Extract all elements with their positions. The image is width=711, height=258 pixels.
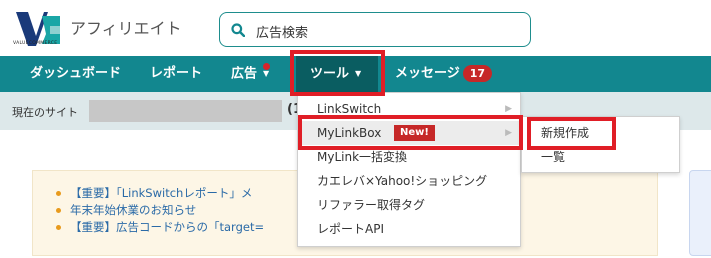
notice-link[interactable]: 年末年始休業のお知らせ xyxy=(70,203,196,217)
notice-item[interactable]: 年末年始休業のお知らせ xyxy=(56,202,264,219)
nav-item-label: レポート xyxy=(150,66,203,81)
side-panel xyxy=(689,170,711,256)
mylinkbox-submenu: 新規作成 一覧 xyxy=(521,116,680,173)
notice-item[interactable]: 【重要】「LinkSwitchレポート」メ xyxy=(56,185,264,202)
menu-item-linkswitch[interactable]: LinkSwitch ▶ xyxy=(298,97,520,121)
notice-link[interactable]: 【重要】広告コードからの「target= xyxy=(70,220,264,234)
nav-item-label: 広告 xyxy=(231,66,258,82)
chevron-down-icon: ▼ xyxy=(263,69,270,78)
chevron-right-icon: ▶ xyxy=(505,104,512,114)
page: VALUECOMMERCE アフィリエイト 広告検索 ダッシュボード レポート … xyxy=(0,0,711,258)
notice-list: 【重要】「LinkSwitchレポート」メ 年末年始休業のお知らせ 【重要】広告… xyxy=(56,185,264,236)
nav-item-dashboard[interactable]: ダッシュボード xyxy=(30,56,121,92)
menu-item-label: LinkSwitch xyxy=(317,102,382,116)
header: VALUECOMMERCE アフィリエイト 広告検索 xyxy=(0,0,711,56)
nav-item-label: ダッシュボード xyxy=(30,66,122,81)
submenu-item-list[interactable]: 一覧 xyxy=(522,145,679,169)
search-icon xyxy=(231,23,245,37)
menu-item-label: MyLink一括変換 xyxy=(317,150,408,164)
chevron-down-icon: ▼ xyxy=(355,69,362,78)
message-count-badge: 17 xyxy=(462,65,493,82)
menu-item-kaereba-yahoo[interactable]: カエレバ×Yahoo!ショッピング xyxy=(298,169,520,193)
bullet-icon xyxy=(56,191,61,196)
menu-item-label: リファラー取得タグ xyxy=(317,198,426,212)
nav-item-tools[interactable]: ツール ▼ xyxy=(296,56,378,92)
menu-item-mylinkbox[interactable]: MyLinkBox New! ▶ xyxy=(298,121,520,145)
main-nav: ダッシュボード レポート 広告 ▼ ツール ▼ メッセージ 17 xyxy=(0,56,711,92)
submenu-item-label: 新規作成 xyxy=(541,126,590,140)
site-name-redacted xyxy=(89,100,282,122)
notice-link[interactable]: 【重要】「LinkSwitchレポート」メ xyxy=(70,186,252,200)
menu-item-label: MyLinkBox xyxy=(317,126,382,140)
chevron-right-icon: ▶ xyxy=(505,128,512,138)
search-input-text: 広告検索 xyxy=(256,26,309,41)
notification-dot xyxy=(263,63,270,70)
nav-item-report[interactable]: レポート xyxy=(150,56,202,92)
bullet-icon xyxy=(56,225,61,230)
notice-item[interactable]: 【重要】広告コードからの「target= xyxy=(56,219,264,236)
submenu-item-create[interactable]: 新規作成 xyxy=(522,121,679,145)
nav-item-label: メッセージ xyxy=(395,66,460,81)
menu-item-label: カエレバ×Yahoo!ショッピング xyxy=(317,174,488,188)
search-input[interactable]: 広告検索 xyxy=(219,12,531,47)
new-badge: New! xyxy=(394,125,435,141)
menu-item-mylink-bulk[interactable]: MyLink一括変換 xyxy=(298,145,520,169)
app-title: アフィリエイト xyxy=(70,19,182,38)
logo-subtitle: VALUECOMMERCE xyxy=(13,41,58,46)
bullet-icon xyxy=(56,208,61,213)
nav-item-label: ツール xyxy=(310,66,350,82)
nav-item-messages[interactable]: メッセージ 17 xyxy=(395,56,493,92)
site-label: 現在のサイト xyxy=(12,106,78,119)
menu-item-label: レポートAPI xyxy=(317,222,384,236)
menu-item-referrer-tag[interactable]: リファラー取得タグ xyxy=(298,193,520,217)
nav-item-ads[interactable]: 広告 ▼ xyxy=(231,56,269,92)
submenu-item-label: 一覧 xyxy=(541,150,566,164)
tools-dropdown-menu: LinkSwitch ▶ MyLinkBox New! ▶ MyLink一括変換… xyxy=(297,92,521,247)
menu-item-report-api[interactable]: レポートAPI xyxy=(298,217,520,241)
